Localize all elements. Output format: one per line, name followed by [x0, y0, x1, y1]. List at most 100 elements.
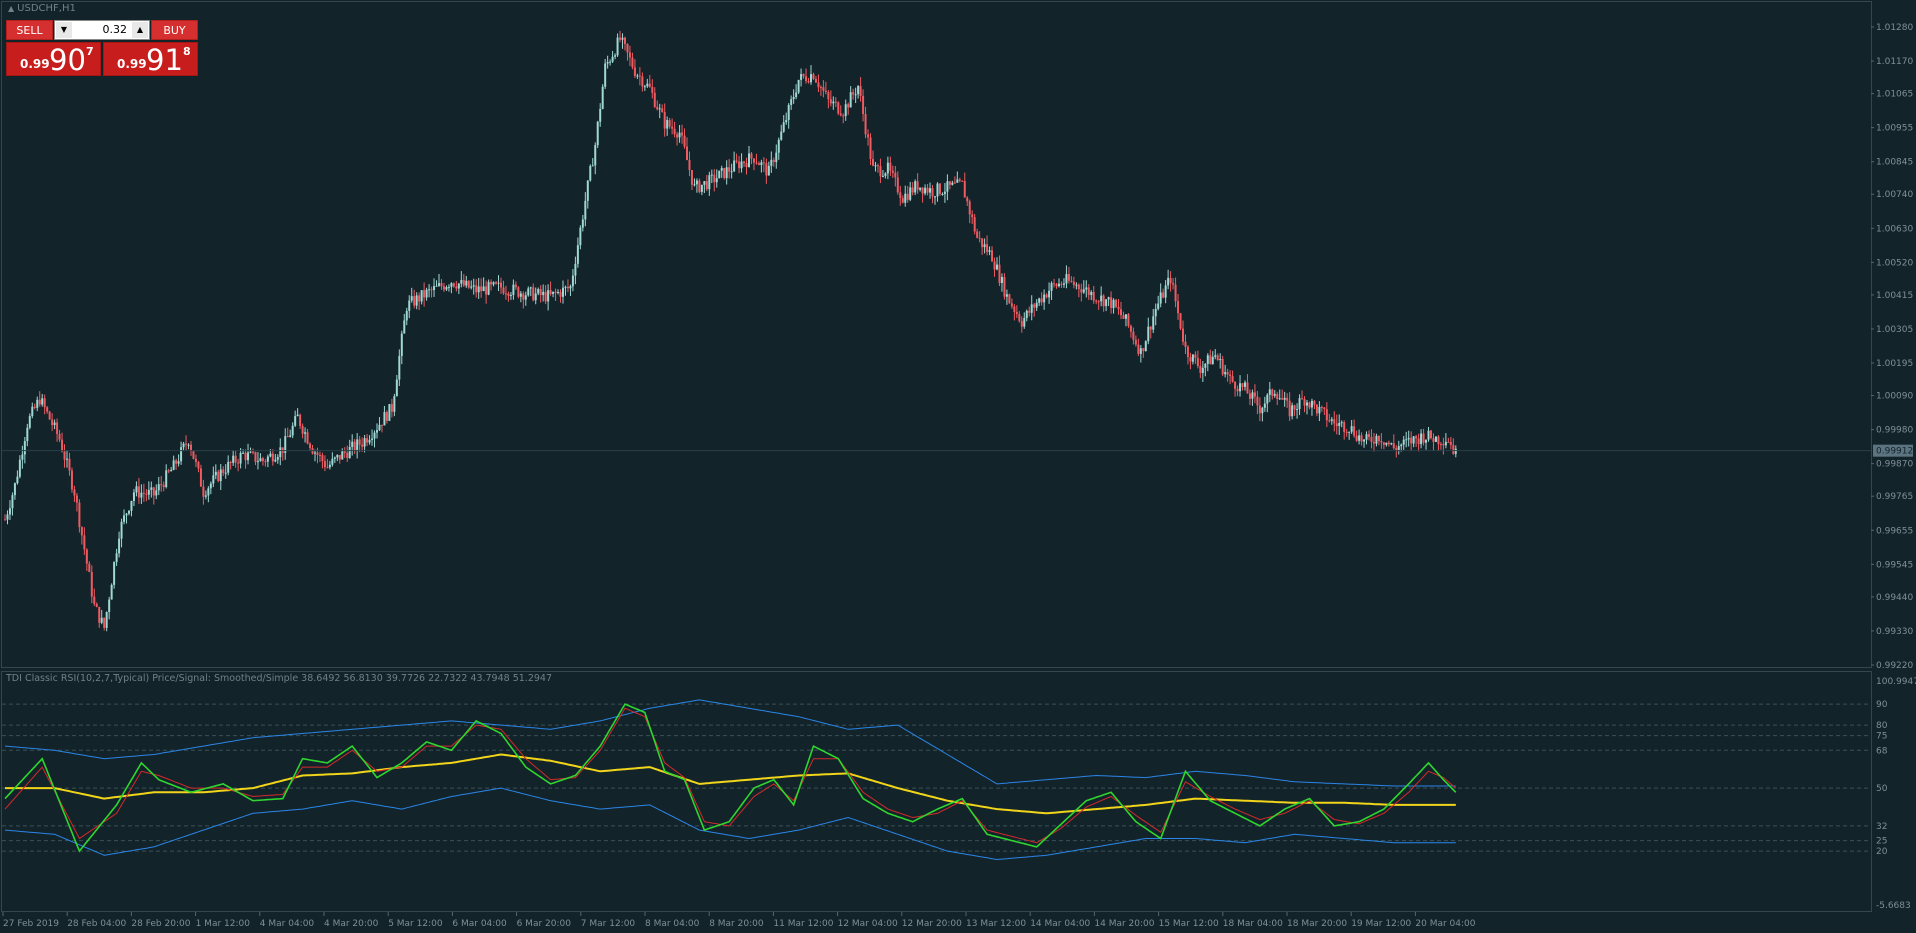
buy-quote-sup: 8	[183, 45, 191, 58]
candle-body	[182, 443, 185, 448]
indicator-level-label: 50	[1876, 784, 1888, 794]
candle-body	[314, 452, 316, 454]
candle-body	[800, 74, 803, 80]
candle-body	[872, 159, 874, 166]
candle-body	[671, 126, 674, 129]
buy-button[interactable]: BUY	[151, 20, 198, 40]
candle-body	[792, 96, 795, 100]
candle-body	[914, 181, 917, 193]
candle-body	[438, 283, 440, 286]
sell-quote[interactable]: 0.99 90 7	[6, 42, 101, 77]
candle-body	[1427, 430, 1430, 440]
candle-body	[1400, 444, 1403, 447]
candle-body	[1231, 376, 1234, 382]
candle-body	[113, 562, 116, 585]
candle-body	[673, 128, 676, 135]
time-axis-label: 4 Mar 04:00	[260, 919, 315, 929]
candle-body	[626, 43, 629, 53]
candle-body	[941, 193, 944, 195]
candle-body	[36, 399, 39, 408]
candle-body	[609, 61, 612, 63]
indicator-level-label: 20	[1876, 847, 1888, 857]
candle-body	[723, 168, 726, 179]
candle-body	[584, 200, 587, 220]
candle-body	[547, 290, 550, 302]
candle-body	[1040, 298, 1043, 303]
candle-body	[849, 92, 852, 108]
candle-body	[1072, 281, 1075, 285]
candle-body	[810, 74, 812, 83]
candle-body	[1117, 306, 1120, 310]
candle-body	[678, 132, 681, 138]
candle-body	[222, 469, 225, 474]
candle-body	[170, 469, 173, 472]
candle-body	[180, 447, 183, 462]
chevron-up-icon[interactable]: ▲	[132, 22, 148, 38]
chevron-down-icon[interactable]: ▼	[56, 22, 72, 38]
candle-body	[1199, 365, 1202, 373]
indicator-level-label: 90	[1876, 700, 1888, 710]
price-chart-svg: 1.01280 1.01170 1.01065 1.00955 1.00845 1.007…	[2, 23, 1916, 929]
candle-body	[733, 160, 736, 172]
candle-body	[88, 563, 91, 572]
candle-body	[569, 286, 572, 289]
candle-body	[400, 333, 403, 356]
candle-body	[304, 432, 307, 434]
candle-body	[38, 399, 41, 405]
candle-body	[1035, 302, 1038, 308]
candle-body	[1434, 436, 1437, 442]
candle-body	[373, 432, 376, 439]
candle-body	[1055, 284, 1058, 287]
candle-body	[1110, 297, 1113, 308]
candle-body	[1276, 394, 1279, 399]
price-axis-label: 0.99440	[1876, 593, 1913, 603]
candle-body	[368, 439, 371, 443]
candle-body	[1251, 392, 1254, 399]
candle-body	[95, 603, 98, 607]
candle-body	[21, 454, 24, 460]
candle-body	[353, 441, 356, 451]
candle-body	[1005, 294, 1008, 297]
candle-body	[346, 452, 349, 459]
time-axis-label: 12 Mar 20:00	[902, 919, 962, 929]
time-axis-label: 14 Mar 20:00	[1094, 919, 1154, 929]
candle-body	[194, 458, 197, 462]
candle-body	[1258, 405, 1261, 414]
candle-body	[118, 538, 121, 554]
candle-body	[557, 291, 560, 294]
candle-body	[713, 174, 716, 183]
sell-button[interactable]: SELL	[6, 20, 53, 40]
candle-body	[1070, 280, 1073, 282]
buy-quote[interactable]: 0.99 91 8	[103, 42, 198, 77]
lot-size-value[interactable]: 0.32	[103, 23, 128, 36]
candle-body	[1253, 392, 1256, 397]
candle-body	[656, 106, 659, 110]
candle-body	[1432, 438, 1435, 442]
candle-body	[286, 436, 289, 438]
candle-body	[442, 286, 445, 290]
lot-size-field[interactable]: ▼ 0.32 ▲	[54, 20, 150, 40]
time-axis-label: 6 Mar 04:00	[452, 919, 507, 929]
candle-body	[264, 461, 267, 463]
candle-body	[1417, 438, 1420, 445]
candle-body	[202, 486, 205, 497]
candle-body	[140, 492, 143, 498]
candle-body	[256, 461, 259, 463]
candle-body	[1224, 372, 1227, 375]
candle-body	[1122, 315, 1125, 319]
candle-body	[1082, 289, 1085, 293]
candle-body	[929, 188, 932, 193]
price-axis-label: 1.00630	[1876, 224, 1913, 234]
candle-body	[579, 227, 582, 246]
candle-body	[485, 286, 488, 295]
candle-body	[824, 90, 827, 93]
candle-body	[490, 281, 493, 285]
candle-body	[1050, 283, 1053, 291]
time-axis-label: 20 Mar 04:00	[1415, 919, 1475, 929]
candle-body	[805, 76, 808, 82]
candle-body	[996, 264, 998, 270]
candle-body	[405, 310, 408, 321]
candle-body	[1236, 388, 1239, 392]
candle-body	[1328, 420, 1331, 422]
candle-body	[142, 492, 145, 494]
